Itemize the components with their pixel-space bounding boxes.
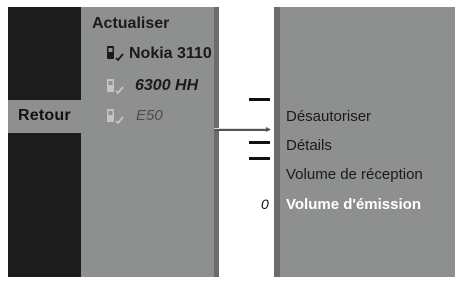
refresh-item[interactable]: Actualiser [92, 15, 169, 33]
send-volume-value: 0 [261, 196, 269, 212]
phone-icon [107, 46, 124, 61]
phone-icon [107, 79, 124, 94]
divider-dash [249, 157, 270, 160]
divider-dash [249, 141, 270, 144]
back-button-label[interactable]: Retour [18, 107, 71, 125]
left-column [8, 7, 81, 277]
device-item[interactable]: E50 [136, 107, 163, 124]
screen: Retour Actualiser Nokia 3110 6300 HH E50… [0, 0, 455, 284]
menu-item-receive-volume[interactable]: Volume de réception [286, 166, 423, 183]
device-item[interactable]: 6300 HH [135, 77, 198, 95]
menu-item-deauthorize[interactable]: Désautoriser [286, 108, 371, 125]
phone-icon [107, 109, 124, 124]
menu-item-send-volume[interactable]: Volume d'émission [286, 196, 421, 213]
device-item[interactable]: Nokia 3110 [129, 45, 212, 63]
divider-dash [249, 98, 270, 101]
slider-pointer [214, 127, 271, 132]
menu-item-details[interactable]: Détails [286, 137, 332, 154]
